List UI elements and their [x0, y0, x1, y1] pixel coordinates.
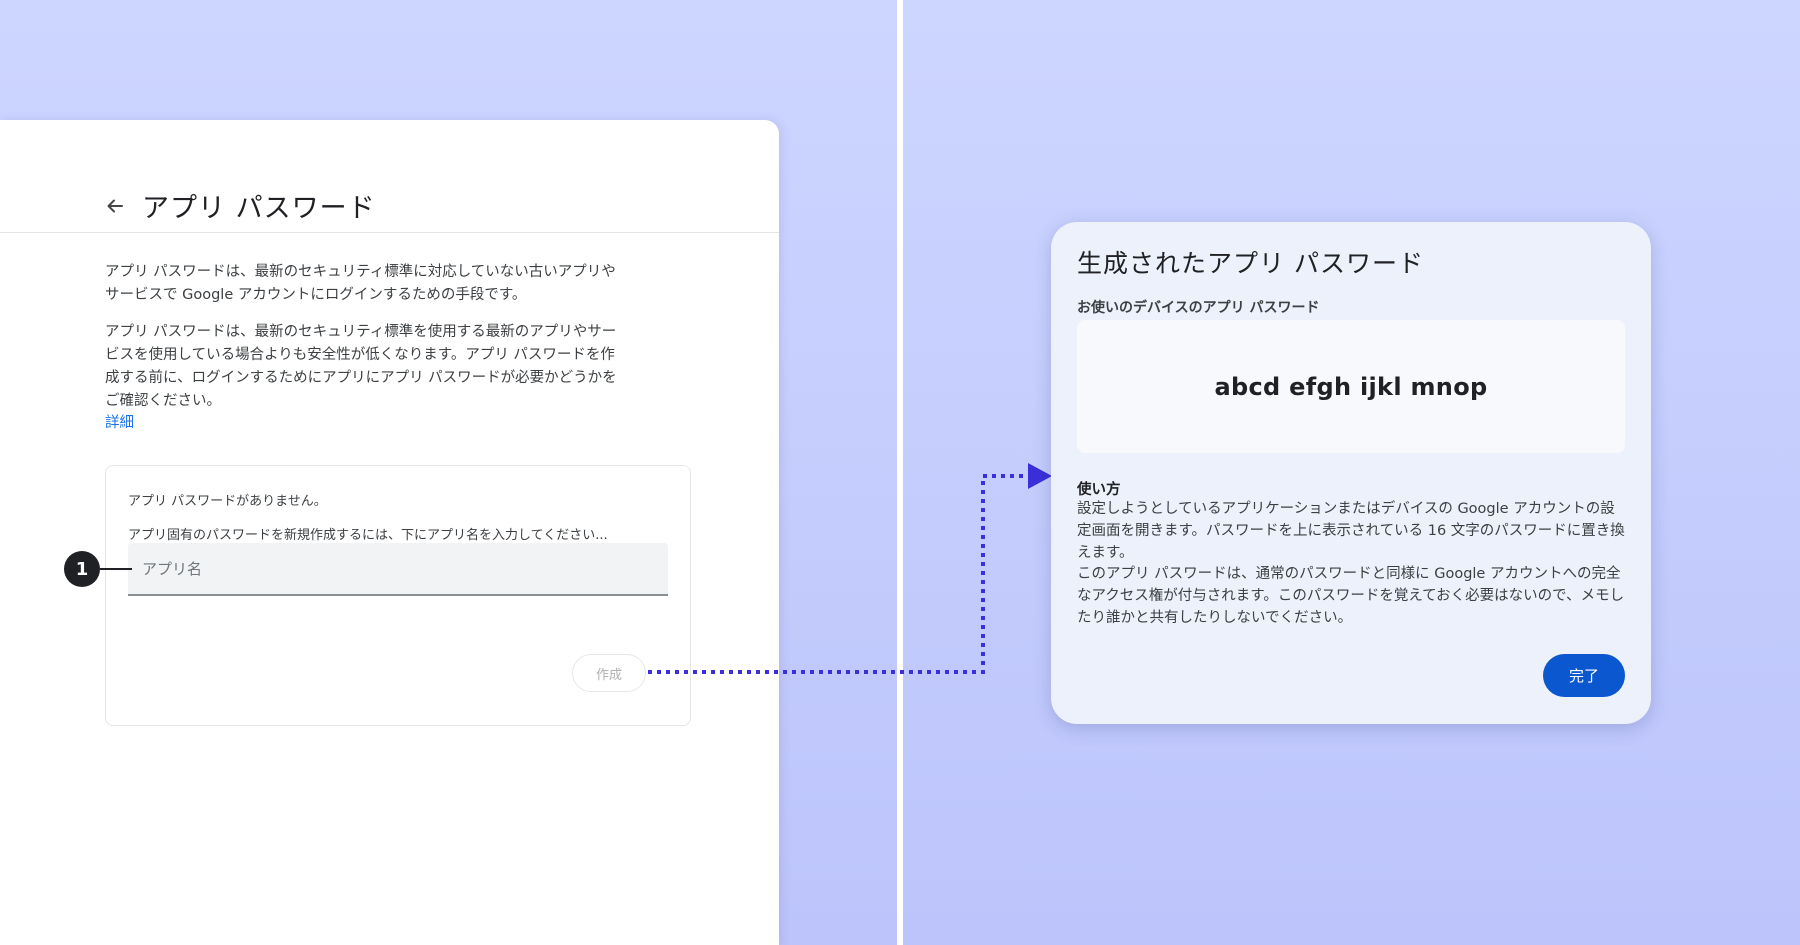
password-value: abcd efgh ijkl mnop [1214, 372, 1488, 401]
callout-badge: 1 [64, 551, 100, 587]
description-text-2: アプリ パスワードは、最新のセキュリティ標準を使用する最新のアプリやサービスを使… [105, 324, 617, 409]
password-box: abcd efgh ijkl mnop [1077, 320, 1625, 453]
page-header: アプリ パスワード [104, 186, 376, 225]
dialog-title: 生成されたアプリ パスワード [1077, 249, 1424, 278]
password-label: お使いのデバイスのアプリ パスワード [1077, 300, 1320, 316]
callout-line [100, 568, 132, 570]
header-divider [0, 232, 779, 233]
done-button[interactable]: 完了 [1543, 654, 1625, 697]
page-title: アプリ パスワード [142, 193, 376, 224]
arrow-back-icon[interactable] [104, 195, 126, 217]
learn-more-link[interactable]: 詳細 [105, 411, 134, 432]
usage-text-2: このアプリ パスワードは、通常のパスワードと同様に Google アカウントへの… [1077, 566, 1625, 626]
stage: アプリ パスワード アプリ パスワードは、最新のセキュリティ標準に対応していない… [0, 0, 1800, 945]
create-button[interactable]: 作成 [572, 654, 646, 692]
app-name-input[interactable] [128, 543, 668, 596]
usage-text-1: 設定しようとしているアプリケーションまたはデバイスの Google アカウントの… [1077, 501, 1625, 561]
no-passwords-text: アプリ パスワードがありません。 [128, 494, 327, 509]
instruction-text: アプリ固有のパスワードを新規作成するには、下にアプリ名を入力してください... [128, 528, 608, 543]
description-text-1: アプリ パスワードは、最新のセキュリティ標準に対応していない古いアプリやサービス… [105, 264, 616, 303]
usage-title: 使い方 [1077, 482, 1121, 498]
